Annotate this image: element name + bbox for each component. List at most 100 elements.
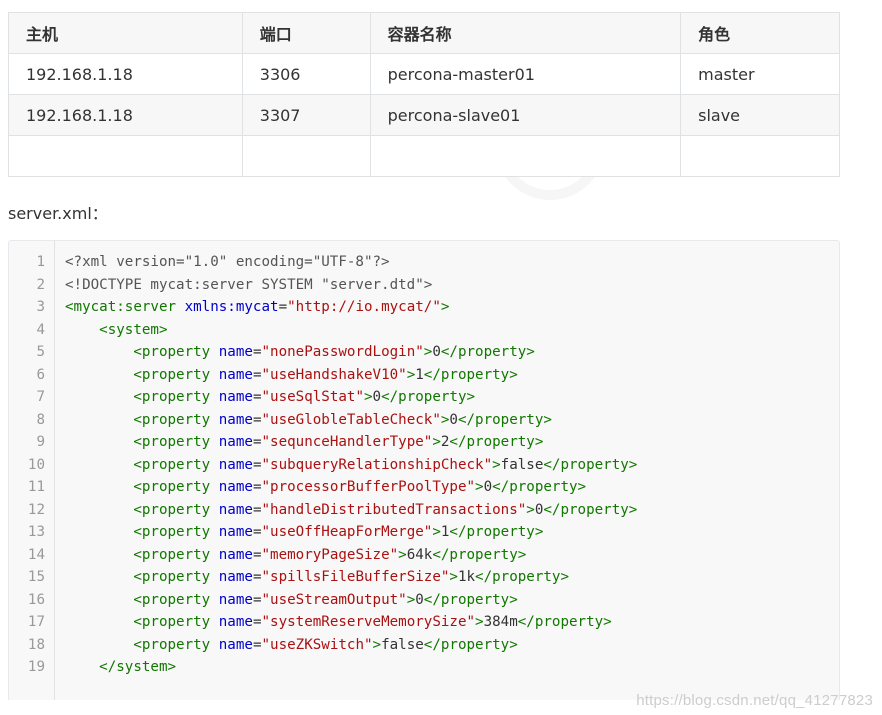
- cell-host: [8, 135, 243, 177]
- line-number: 17: [27, 614, 45, 630]
- line-number: 10: [27, 456, 45, 473]
- code-token: </property>: [517, 614, 612, 630]
- code-text: <property name="sequnceHandlerType">2</p…: [65, 431, 543, 454]
- code-text: <mycat:server xmlns:mycat="http://io.myc…: [65, 296, 449, 319]
- code-token: "useHandshakeV10": [261, 366, 407, 383]
- header-role: 角色: [680, 12, 840, 54]
- line-number: 7: [36, 389, 45, 405]
- code-token: <property: [133, 591, 211, 608]
- code-token: name: [218, 546, 253, 563]
- code-token: name: [218, 636, 253, 653]
- code-token: <property: [133, 524, 211, 540]
- code-token: "useStreamOutput": [261, 591, 407, 608]
- code-token: false: [381, 636, 424, 653]
- code-text: <system>: [65, 319, 167, 342]
- code-text: <?xml version="1.0" encoding="UTF-8"?>: [65, 251, 390, 274]
- cell-role: [680, 135, 840, 177]
- cell-host: 192.168.1.18: [8, 53, 243, 95]
- code-text: <property name="useOffHeapForMerge">1</p…: [65, 521, 543, 544]
- line-number: 5: [36, 344, 45, 360]
- code-token: <property: [133, 614, 211, 630]
- code-token: </property>: [449, 524, 544, 540]
- line-number: 16: [27, 591, 45, 608]
- code-token: >: [492, 456, 501, 473]
- code-block[interactable]: 1 <?xml version="1.0" encoding="UTF-8"?> 2…: [8, 240, 840, 700]
- code-line: 6 <property name="useHandshakeV10">1</pr…: [9, 364, 839, 387]
- code-text: <property name="useHandshakeV10">1</prop…: [65, 364, 518, 387]
- code-token: </property>: [492, 479, 587, 495]
- code-text: <!DOCTYPE mycat:server SYSTEM "server.dt…: [65, 274, 432, 297]
- line-number: 4: [36, 321, 45, 338]
- code-token: 0: [449, 411, 458, 428]
- code-token: </property>: [423, 366, 518, 383]
- code-token: name: [218, 569, 253, 585]
- code-line: 18 <property name="useZKSwitch">false</p…: [9, 634, 839, 657]
- code-token: >: [406, 366, 416, 383]
- code-token: </property>: [449, 434, 544, 450]
- code-token: "nonePasswordLogin": [261, 344, 424, 360]
- code-token: "subqueryRelationshipCheck": [261, 456, 493, 473]
- header-port: 端口: [241, 12, 371, 54]
- code-token: >: [432, 524, 441, 540]
- code-token: </property>: [423, 591, 518, 608]
- code-token: "processorBufferPoolType": [261, 479, 476, 495]
- code-line: 14 <property name="memoryPageSize">64k</…: [9, 544, 839, 567]
- code-token: name: [218, 479, 253, 495]
- code-token: >: [475, 479, 484, 495]
- line-number: 13: [27, 524, 45, 540]
- code-line: 10 <property name="subqueryRelationshipC…: [9, 454, 839, 477]
- code-token: false: [500, 456, 544, 473]
- code-token: <property: [133, 636, 211, 653]
- code-token: >: [526, 501, 535, 518]
- line-number: 8: [36, 411, 45, 428]
- code-token: >: [363, 389, 373, 405]
- header-container-name: 容器名称: [369, 12, 682, 54]
- cell-host: 192.168.1.18: [8, 94, 243, 136]
- code-token: >: [398, 546, 407, 563]
- code-line: 3 <mycat:server xmlns:mycat="http://io.my…: [9, 296, 839, 319]
- container-table: 主机 端口 容器名称 角色 192.168.1.18 3306 percona-…: [8, 12, 840, 177]
- code-text: <property name="useStreamOutput">0</prop…: [65, 589, 518, 612]
- code-text: </system>: [65, 656, 176, 679]
- code-token: </property>: [440, 344, 535, 360]
- code-token: >: [449, 569, 458, 585]
- line-number: 14: [27, 546, 45, 563]
- code-token: >: [406, 591, 416, 608]
- code-text: <property name="nonePasswordLogin">0</pr…: [65, 341, 535, 364]
- code-token: <property: [133, 569, 211, 585]
- code-text: <property name="memoryPageSize">64k</pro…: [65, 544, 526, 567]
- cell-port: 3306: [241, 53, 371, 95]
- code-token: <?xml version="1.0" encoding="UTF-8"?>: [65, 254, 390, 270]
- code-token: >: [440, 299, 450, 315]
- header-host: 主机: [8, 12, 243, 54]
- line-number: 15: [27, 569, 45, 585]
- line-number: 11: [27, 479, 45, 495]
- code-token: name: [218, 524, 253, 540]
- code-token: name: [218, 389, 253, 405]
- code-token: <property: [133, 389, 211, 405]
- code-token: 1: [415, 366, 424, 383]
- code-token: name: [218, 614, 253, 630]
- code-text: <property name="processorBufferPoolType"…: [65, 476, 586, 499]
- code-line: 9 <property name="sequnceHandlerType">2<…: [9, 431, 839, 454]
- code-token: 1k: [457, 569, 476, 585]
- line-number: 1: [36, 254, 45, 270]
- line-number: 19: [27, 659, 45, 675]
- code-token: "useOffHeapForMerge": [261, 524, 433, 540]
- code-line: 11 <property name="processorBufferPoolTy…: [9, 476, 839, 499]
- code-token: "spillsFileBufferSize": [261, 569, 450, 585]
